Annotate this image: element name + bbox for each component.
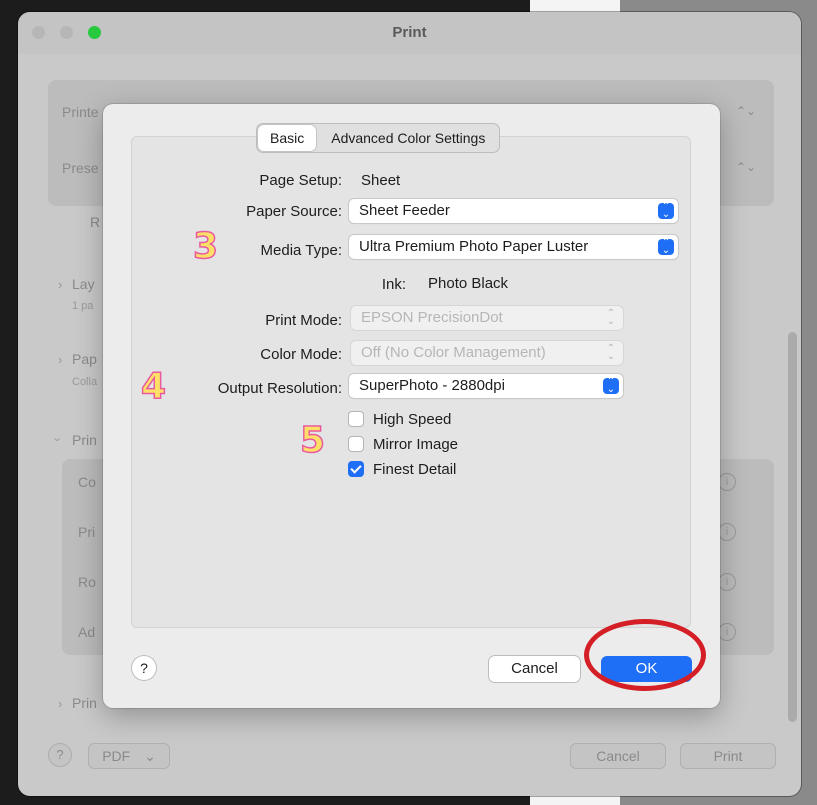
chevron-right-icon[interactable]: ›	[58, 277, 62, 292]
finest-detail-checkbox[interactable]: Finest Detail	[349, 459, 456, 479]
presets-label: Prese	[62, 160, 99, 176]
printer-settings-sheet: Basic Advanced Color Settings Page Setup…	[103, 104, 720, 708]
annotation-number-4: 4	[140, 365, 167, 408]
print-option-row[interactable]: Ad	[78, 624, 95, 640]
paper-source-popup[interactable]: Sheet Feeder ⌃ ⌄	[349, 199, 678, 223]
high-speed-label: High Speed	[373, 410, 452, 428]
print-option-row[interactable]: Pri	[78, 524, 95, 540]
checkbox-box[interactable]	[349, 412, 363, 426]
print-option-row[interactable]: Co	[78, 474, 96, 490]
print-mode-label: Print Mode:	[265, 312, 342, 329]
paper-section-label[interactable]: Pap	[72, 351, 97, 367]
printer-popup-arrows-icon[interactable]: ⌃⌄	[736, 104, 756, 118]
print-section-label[interactable]: Prin	[72, 432, 97, 448]
media-type-label: Media Type:	[260, 242, 342, 259]
annotation-number-3: 3	[192, 225, 219, 268]
page-setup-label: Page Setup:	[259, 172, 342, 189]
mirror-image-checkbox[interactable]: Mirror Image	[349, 434, 458, 454]
finest-detail-label: Finest Detail	[373, 460, 457, 478]
help-button-background[interactable]: ?	[48, 743, 72, 767]
popup-arrows-icon: ⌃ ⌄	[658, 202, 674, 220]
print-mode-value: EPSON PrecisionDot	[361, 309, 503, 326]
ink-label: Ink:	[381, 276, 406, 293]
presets-popup-arrows-icon[interactable]: ⌃⌄	[736, 160, 756, 174]
output-resolution-popup[interactable]: SuperPhoto - 2880dpi ⌃ ⌄	[349, 374, 623, 398]
mirror-image-label: Mirror Image	[373, 435, 459, 453]
page-setup-value: Sheet	[361, 172, 401, 189]
checkbox-box[interactable]	[349, 437, 363, 451]
ink-value: Photo Black	[428, 275, 509, 292]
paper-source-label: Paper Source:	[246, 203, 342, 220]
popup-arrows-icon: ⌃ ⌄	[606, 308, 616, 327]
output-resolution-label: Output Resolution:	[217, 380, 342, 397]
chevron-down-icon[interactable]: ›	[51, 437, 66, 441]
info-icon[interactable]: i	[718, 473, 736, 491]
info-icon[interactable]: i	[718, 523, 736, 541]
tab-basic[interactable]: Basic	[258, 125, 317, 151]
chevron-down-icon: ⌄	[144, 748, 156, 764]
pdf-label: PDF	[102, 748, 131, 764]
printer-section-label[interactable]: Prin	[72, 695, 97, 711]
popup-arrows-icon: ⌃ ⌄	[603, 377, 619, 395]
checkbox-box-checked[interactable]	[349, 462, 363, 476]
tab-advanced-color-settings[interactable]: Advanced Color Settings	[317, 124, 499, 152]
info-icon[interactable]: i	[718, 573, 736, 591]
help-button[interactable]: ?	[132, 656, 156, 680]
chevron-right-icon[interactable]: ›	[58, 696, 62, 711]
cancel-button[interactable]: Cancel	[489, 656, 580, 682]
media-type-value: Ultra Premium Photo Paper Luster	[359, 238, 589, 255]
color-mode-popup[interactable]: Off (No Color Management) ⌃ ⌄	[351, 341, 623, 365]
media-type-popup[interactable]: Ultra Premium Photo Paper Luster ⌃ ⌄	[349, 235, 678, 259]
print-option-row[interactable]: Ro	[78, 574, 96, 590]
print-mode-popup[interactable]: EPSON PrecisionDot ⌃ ⌄	[351, 306, 623, 330]
print-button[interactable]: Print	[680, 743, 776, 769]
paper-section-summary: Colla	[72, 376, 98, 388]
scrollbar[interactable]	[788, 332, 797, 722]
layout-section-summary: 1 pa	[72, 300, 94, 312]
output-resolution-value: SuperPhoto - 2880dpi	[359, 377, 505, 394]
pdf-menu-button[interactable]: PDF ⌄	[88, 743, 170, 769]
title-bar: Print	[18, 12, 801, 54]
info-icon[interactable]: i	[718, 623, 736, 641]
popup-arrows-icon: ⌃ ⌄	[658, 238, 674, 256]
window-title: Print	[392, 24, 427, 41]
color-mode-value: Off (No Color Management)	[361, 344, 546, 361]
annotation-number-5: 5	[299, 419, 326, 462]
color-mode-label: Color Mode:	[260, 346, 342, 363]
chevron-right-icon[interactable]: ›	[58, 352, 62, 367]
high-speed-checkbox[interactable]: High Speed	[349, 409, 451, 429]
layout-section-label[interactable]: Lay	[72, 276, 95, 292]
r-label: R	[90, 214, 101, 230]
popup-arrows-icon: ⌃ ⌄	[606, 343, 616, 362]
settings-tabs: Basic Advanced Color Settings	[256, 123, 501, 153]
paper-source-value: Sheet Feeder	[359, 202, 450, 219]
ok-highlight-ring	[584, 619, 706, 691]
printer-label: Printe	[62, 104, 99, 120]
cancel-button-background[interactable]: Cancel	[570, 743, 666, 769]
